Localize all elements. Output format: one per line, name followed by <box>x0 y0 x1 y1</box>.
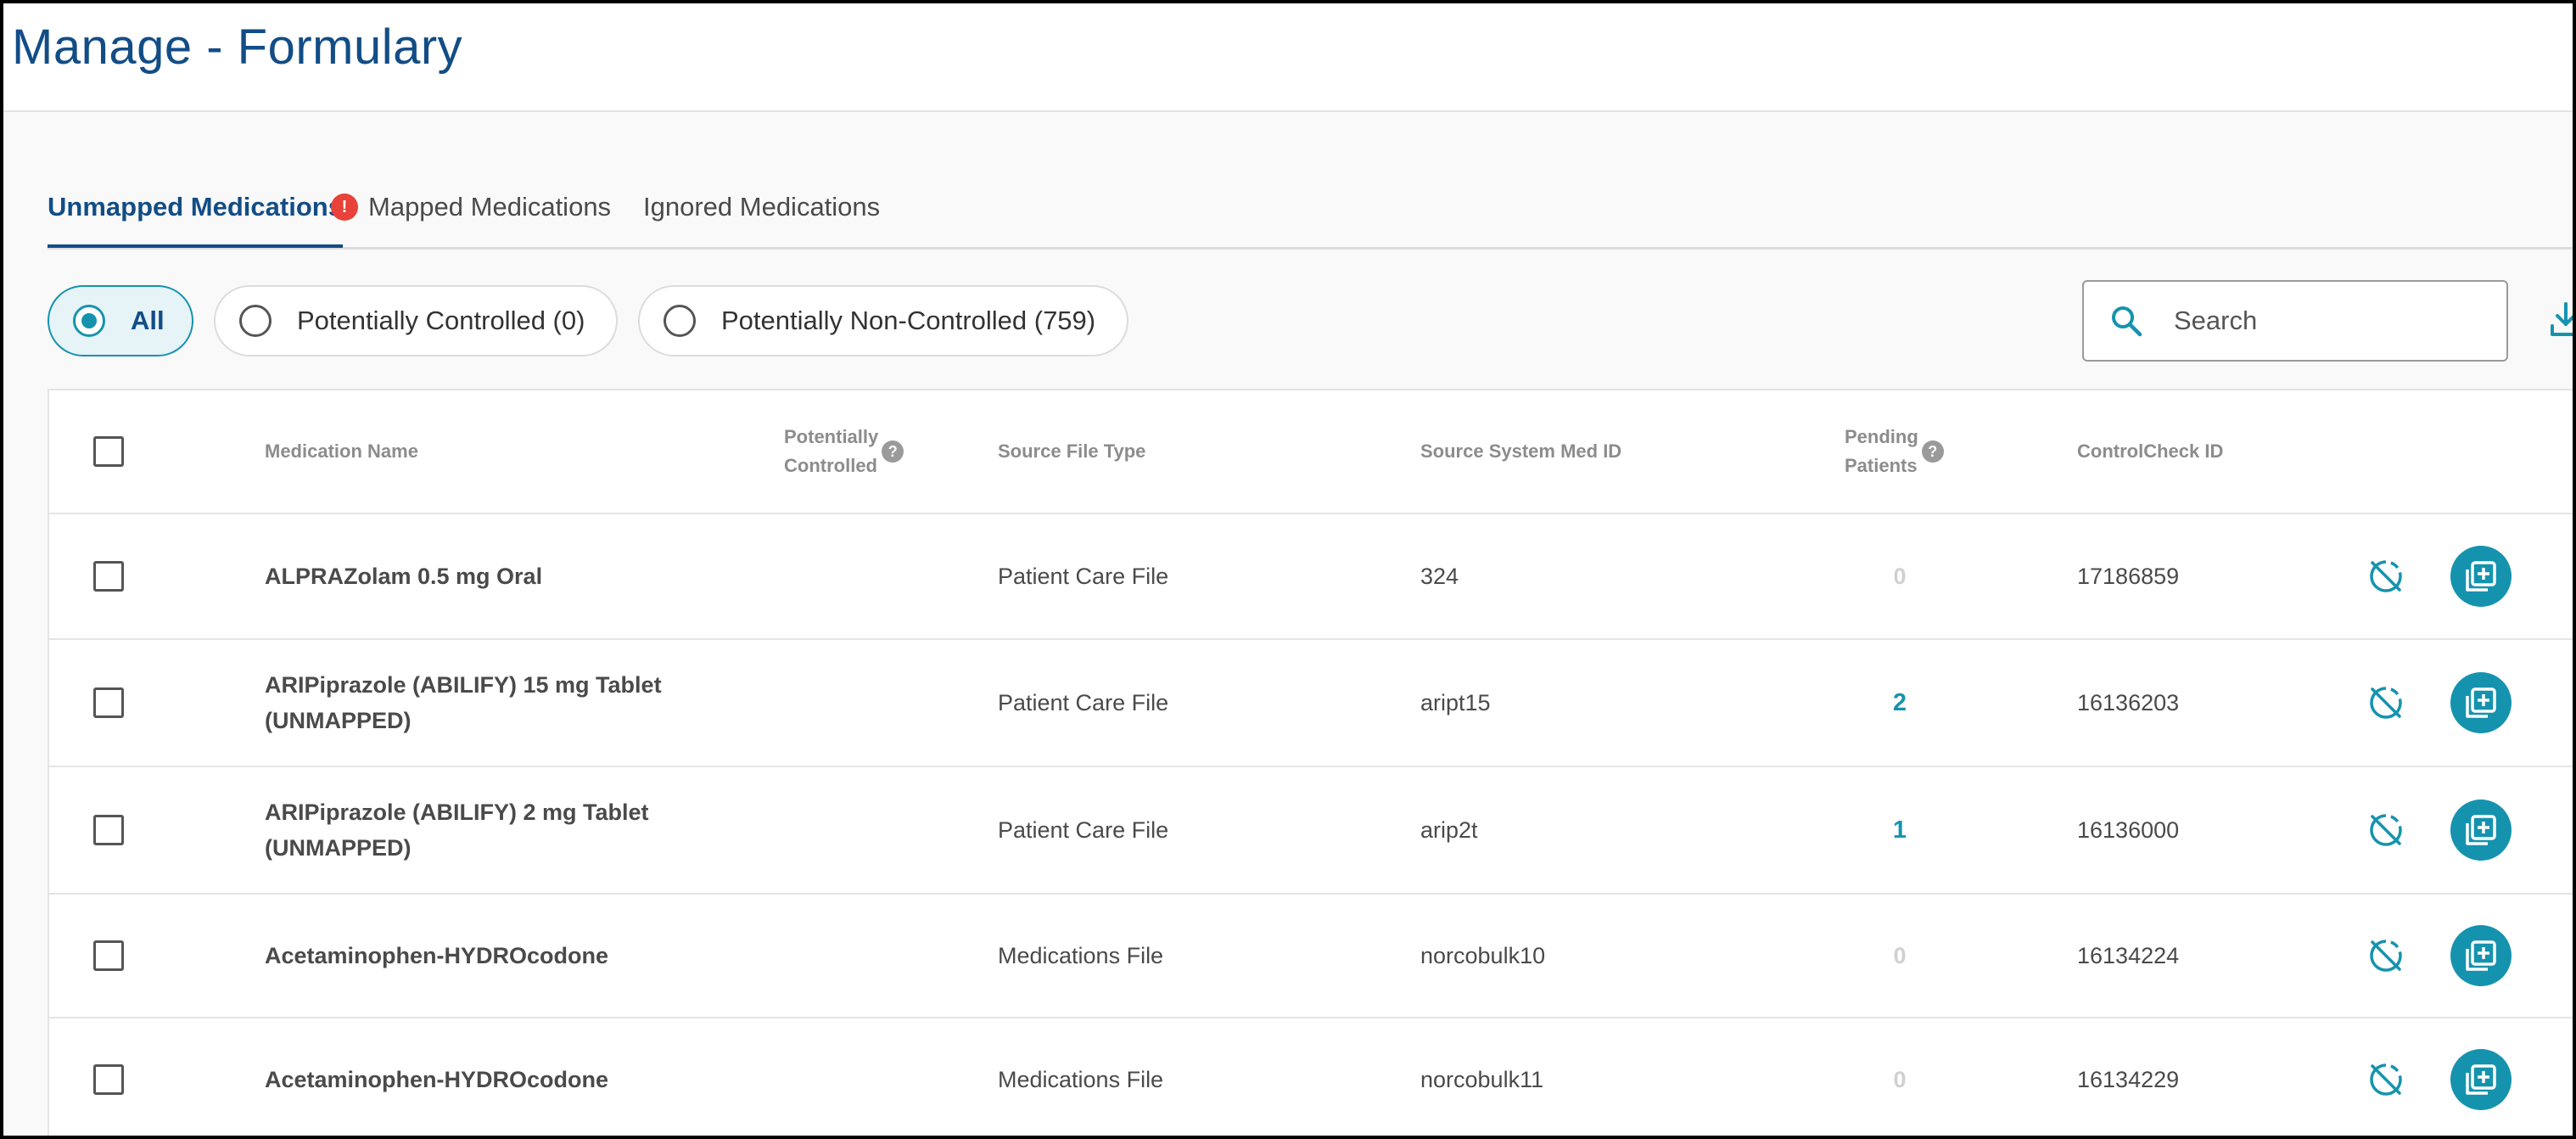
source-med-id: norcobulk10 <box>1420 942 1546 968</box>
tab-bar: Unmapped Medications ! Mapped Medication… <box>48 173 2573 250</box>
search-box <box>2082 280 2508 362</box>
source-med-id: norcobulk11 <box>1420 1066 1544 1092</box>
controlcheck-id: 16136203 <box>2077 689 2180 715</box>
table-row: ARIPiprazole (ABILIFY) 2 mg Tablet (UNMAP… <box>49 767 2573 895</box>
page-header: Manage - Formulary <box>3 3 2573 112</box>
medication-name: ALPRAZolam 0.5 mg Oral <box>265 564 543 589</box>
row-checkbox[interactable] <box>93 561 124 592</box>
search-input[interactable] <box>2174 306 2496 336</box>
add-mapping-button[interactable] <box>2450 672 2512 733</box>
pending-patients-count[interactable]: 2 <box>1893 689 1907 717</box>
add-mapping-button[interactable] <box>2450 546 2512 607</box>
tab-label: Unmapped Medications <box>48 192 343 222</box>
row-checkbox[interactable] <box>93 687 124 718</box>
header-source-file-type[interactable]: Source File Type <box>998 390 1371 513</box>
ignore-icon[interactable] <box>2366 556 2406 597</box>
source-med-id: arip2t <box>1420 816 1478 843</box>
ignore-icon[interactable] <box>2366 810 2406 850</box>
table-row: ARIPiprazole (ABILIFY) 15 mg Tablet (UNMA… <box>49 640 2573 767</box>
pending-patients-count: 0 <box>1893 563 1907 589</box>
table-row: ALPRAZolam 0.5 mg Oral Patient Care File… <box>49 514 2573 640</box>
help-icon[interactable]: ? <box>1921 440 1944 463</box>
header-potentially-controlled[interactable]: Potentially Controlled ? <box>784 390 954 513</box>
filter-label: Potentially Non-Controlled (759) <box>721 306 1096 335</box>
header-medication-name[interactable]: Medication Name <box>265 390 740 513</box>
add-mapping-button[interactable] <box>2450 925 2512 986</box>
ignore-icon[interactable] <box>2366 935 2406 976</box>
add-mapping-icon <box>2466 940 2496 971</box>
radio-unselected <box>664 305 696 337</box>
add-mapping-icon <box>2466 561 2496 592</box>
filter-label: Potentially Controlled (0) <box>297 306 585 335</box>
select-all-checkbox[interactable] <box>93 436 124 467</box>
row-checkbox[interactable] <box>93 940 124 971</box>
controlcheck-id: 16134229 <box>2077 1066 2180 1092</box>
tab-ignored-medications[interactable]: Ignored Medications <box>643 192 880 244</box>
controlcheck-id: 16136000 <box>2077 816 2180 843</box>
header-checkbox-cell <box>93 390 144 513</box>
filter-potentially-controlled[interactable]: Potentially Controlled (0) <box>214 285 618 356</box>
app-frame: Manage - Formulary Unmapped Medications … <box>0 0 2576 1139</box>
add-mapping-icon <box>2466 1064 2496 1095</box>
add-mapping-icon <box>2466 687 2496 718</box>
tab-label: Ignored Medications <box>643 192 881 222</box>
ignore-icon[interactable] <box>2366 1059 2406 1100</box>
table-header-row: Medication Name Potentially Controlled ?… <box>49 390 2573 514</box>
pending-patients-count: 0 <box>1893 1066 1907 1092</box>
source-file-type: Patient Care File <box>998 563 1169 589</box>
source-med-id: aript15 <box>1420 689 1491 715</box>
radio-unselected <box>239 305 272 337</box>
source-file-type: Medications File <box>998 1066 1164 1092</box>
medications-table: Medication Name Potentially Controlled ?… <box>48 389 2573 1136</box>
add-mapping-icon <box>2466 815 2496 845</box>
medication-name: ARIPiprazole (ABILIFY) 15 mg Tablet (UNMA… <box>265 672 662 733</box>
row-checkbox[interactable] <box>93 815 124 845</box>
source-med-id: 324 <box>1420 563 1459 589</box>
pending-patients-count[interactable]: 1 <box>1893 816 1907 844</box>
search-icon <box>2112 306 2142 337</box>
add-mapping-button[interactable] <box>2450 1049 2512 1110</box>
ignore-icon[interactable] <box>2366 682 2406 723</box>
radio-selected <box>73 305 105 337</box>
table-row: Acetaminophen-HYDROcodone Medications Fi… <box>49 895 2573 1018</box>
download-icon[interactable] <box>2549 300 2576 338</box>
filter-potentially-non-controlled[interactable]: Potentially Non-Controlled (759) <box>638 285 1128 356</box>
help-icon[interactable]: ? <box>882 440 904 463</box>
source-file-type: Patient Care File <box>998 689 1169 715</box>
source-file-type: Patient Care File <box>998 816 1169 843</box>
tab-label: Mapped Medications <box>368 192 612 222</box>
page-title: Manage - Formulary <box>12 20 463 75</box>
alert-badge: ! <box>331 194 358 221</box>
filter-label: All <box>131 306 165 335</box>
tab-mapped-medications[interactable]: Mapped Medications <box>368 192 611 244</box>
controlcheck-id: 17186859 <box>2077 563 2180 589</box>
header-source-system-med-id[interactable]: Source System Med ID <box>1420 390 1828 513</box>
add-mapping-button[interactable] <box>2450 800 2512 861</box>
medication-name: ARIPiprazole (ABILIFY) 2 mg Tablet (UNMAP… <box>265 800 649 861</box>
medication-name: Acetaminophen-HYDROcodone <box>265 1067 609 1092</box>
table-row: Acetaminophen-HYDROcodone Medications Fi… <box>49 1018 2573 1136</box>
tab-unmapped-medications[interactable]: Unmapped Medications ! <box>48 192 358 248</box>
header-controlcheck-id[interactable]: ControlCheck ID <box>2077 390 2332 513</box>
controlcheck-id: 16134224 <box>2077 942 2180 968</box>
pending-patients-count: 0 <box>1893 942 1907 968</box>
source-file-type: Medications File <box>998 942 1164 968</box>
row-checkbox[interactable] <box>93 1064 124 1095</box>
header-pending-patients[interactable]: Pending Patients ? <box>1845 390 1955 513</box>
filter-all[interactable]: All <box>48 285 193 356</box>
medication-name: Acetaminophen-HYDROcodone <box>265 943 609 968</box>
